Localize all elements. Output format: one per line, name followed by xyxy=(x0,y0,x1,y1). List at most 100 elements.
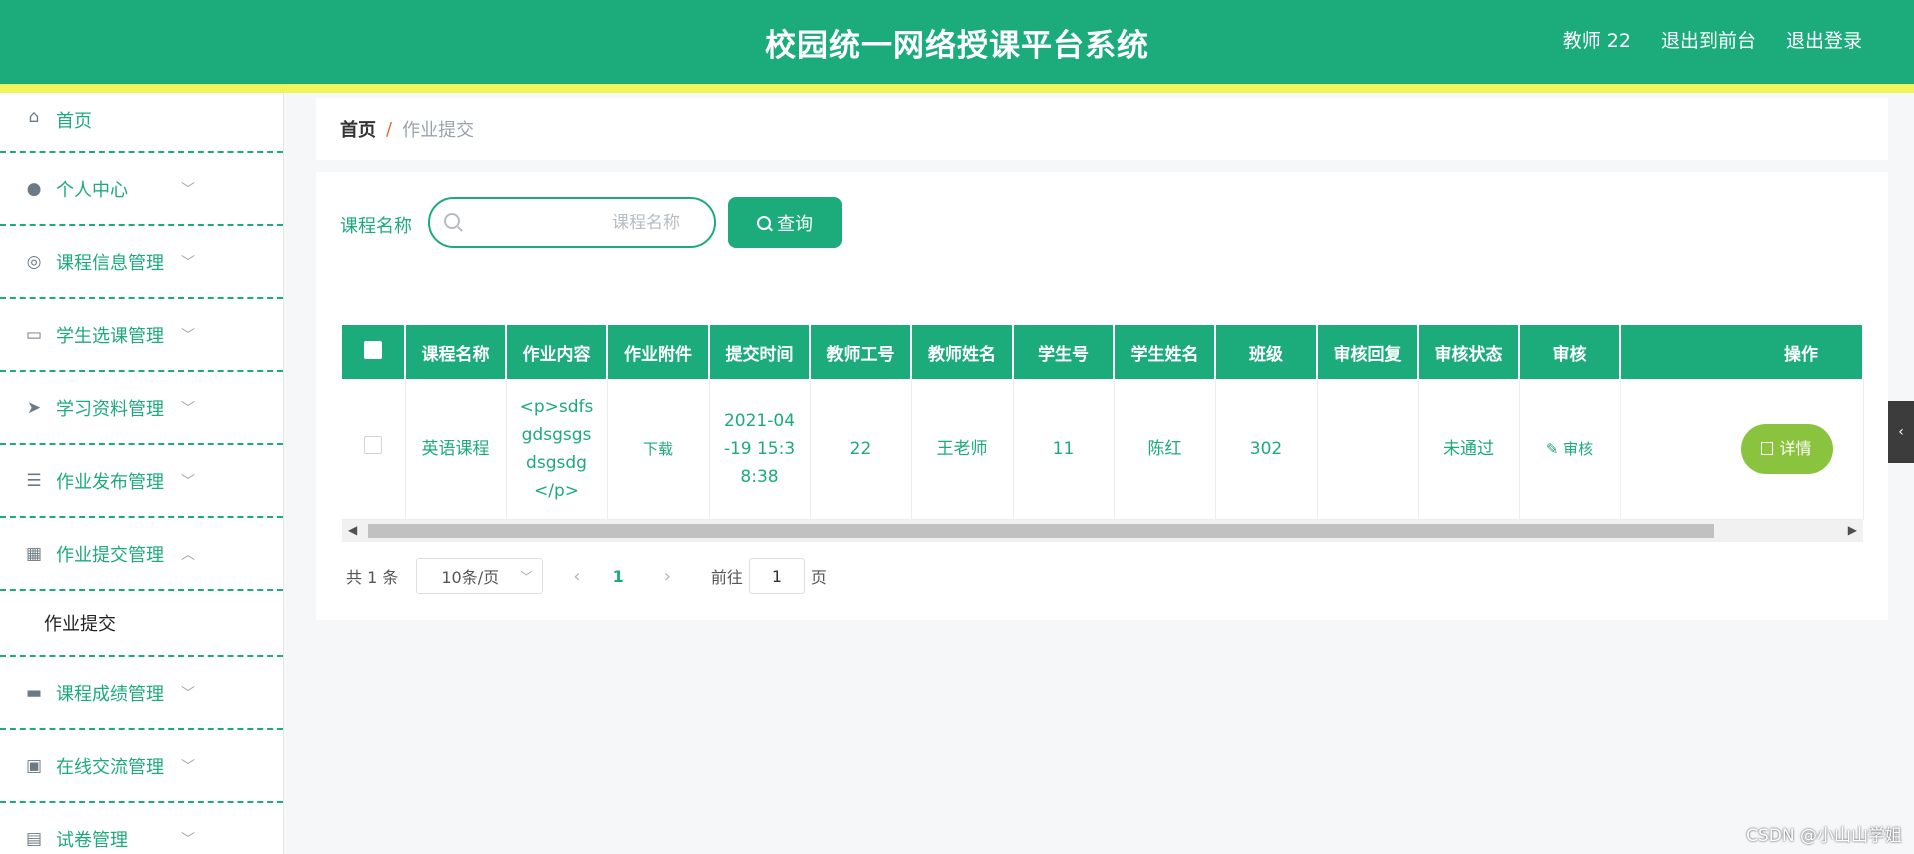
cell-status: 未通过 xyxy=(1418,379,1520,520)
column-header: 教师工号 xyxy=(810,325,912,379)
collapse-panel-tab[interactable]: ‹ xyxy=(1888,401,1914,463)
header-links: 教师 22 退出到前台 退出登录 xyxy=(1563,26,1862,53)
sidebar-item-label: 在线交流管理 xyxy=(56,756,164,778)
chevron-left-icon: ‹ xyxy=(1898,424,1904,440)
column-header: 学生号 xyxy=(1013,325,1115,379)
chevron-down-icon: ﹀ xyxy=(181,181,195,198)
search-button[interactable]: 查询 xyxy=(728,197,842,248)
detail-button[interactable]: 详情 xyxy=(1740,423,1833,474)
audit-link-label: 审核 xyxy=(1563,439,1594,458)
sidebar: ⌂ 首页 ● 个人中心 ﹀ ◎ 课程信息管理 ﹀ ▭ 学生选课管理 ﹀ ➤ 学习… xyxy=(0,93,284,854)
sidebar-item-homework-submit[interactable]: ▦ 作业提交管理 ︿ xyxy=(0,518,283,591)
table-header-row: 课程名称 作业内容 作业附件 提交时间 教师工号 教师姓名 学生号 学生姓名 班… xyxy=(342,325,1864,379)
sidebar-item-label: 学习资料管理 xyxy=(56,398,164,420)
row-checkbox[interactable] xyxy=(364,435,383,454)
course-name-input[interactable] xyxy=(470,209,700,237)
edit-icon: ✎ xyxy=(1545,439,1559,458)
chevron-down-icon: ﹀ xyxy=(181,831,195,848)
chat-icon: ▭ xyxy=(25,324,43,345)
chevron-down-icon: ﹀ xyxy=(181,758,195,775)
logout-link[interactable]: 退出登录 xyxy=(1786,26,1862,53)
column-header: 教师姓名 xyxy=(911,325,1014,379)
scrollbar-thumb[interactable] xyxy=(368,523,1714,538)
sidebar-item-label: 试卷管理 xyxy=(56,829,128,851)
column-header: 学生姓名 xyxy=(1114,325,1216,379)
sliders-icon: ☰ xyxy=(26,470,42,491)
chevron-down-icon: ﹀ xyxy=(181,327,195,344)
data-table: 课程名称 作业内容 作业附件 提交时间 教师工号 教师姓名 学生号 学生姓名 班… xyxy=(342,325,1864,542)
chevron-down-icon: ﹀ xyxy=(181,254,195,271)
sidebar-item-course-selection[interactable]: ▭ 学生选课管理 ﹀ xyxy=(0,299,283,372)
watermark: CSDN @小山山学姐 xyxy=(1746,826,1902,846)
tray-icon: ▬ xyxy=(25,682,43,703)
search-icon xyxy=(757,215,771,230)
sidebar-item-online-chat[interactable]: ▣ 在线交流管理 ﹀ xyxy=(0,730,283,803)
next-page-icon[interactable]: › xyxy=(664,566,671,587)
cell-student-id: 11 xyxy=(1013,379,1115,520)
cell-audit: ✎ 审核 xyxy=(1519,379,1621,520)
sidebar-item-home[interactable]: ⌂ 首页 xyxy=(0,93,283,153)
column-header: 作业附件 xyxy=(607,325,710,379)
clipboard-icon: ▣ xyxy=(25,755,43,776)
home-icon: ⌂ xyxy=(28,107,40,127)
sidebar-item-personal-center[interactable]: ● 个人中心 ﹀ xyxy=(0,153,283,226)
column-header: 作业内容 xyxy=(506,325,608,379)
cell-time: 2021-04-19 15:38:38 xyxy=(709,379,811,520)
column-header: 课程名称 xyxy=(405,325,507,379)
sidebar-item-label: 作业提交管理 xyxy=(56,544,164,566)
search-box xyxy=(428,197,716,248)
sidebar-item-label: 课程信息管理 xyxy=(56,252,164,274)
page-size-select[interactable]: 10条/页 ﹀ xyxy=(416,558,544,594)
breadcrumb-separator: / xyxy=(386,118,393,140)
sidebar-item-course-grades[interactable]: ▬ 课程成绩管理 ﹀ xyxy=(0,657,283,730)
cell-teacher-name: 王老师 xyxy=(911,379,1014,520)
goto-page-input[interactable] xyxy=(748,558,805,594)
column-header: 操作 xyxy=(1620,325,1864,379)
send-icon: ➤ xyxy=(26,397,42,418)
sidebar-subitem-homework-submit[interactable]: 作业提交 xyxy=(0,591,283,657)
sidebar-item-homework-publish[interactable]: ☰ 作业发布管理 ﹀ xyxy=(0,445,283,518)
column-header: 提交时间 xyxy=(709,325,811,379)
select-all-checkbox[interactable] xyxy=(364,340,382,359)
goto-label: 前往 xyxy=(710,568,743,587)
pagination: 共 1 条 10条/页 ﹀ ‹ 1 › 前往 页 xyxy=(346,558,827,594)
to-front-link[interactable]: 退出到前台 xyxy=(1661,26,1756,53)
chevron-down-icon: ﹀ xyxy=(520,570,533,584)
sidebar-item-exam-papers[interactable]: ▤ 试卷管理 ﹀ xyxy=(0,803,283,854)
breadcrumb: 首页 / 作业提交 xyxy=(316,98,1888,160)
briefcase-icon: ▤ xyxy=(25,828,43,849)
breadcrumb-home[interactable]: 首页 xyxy=(340,116,376,142)
audit-link[interactable]: ✎ 审核 xyxy=(1546,440,1593,458)
cell-student-name: 陈红 xyxy=(1114,379,1216,520)
cell-attachment: 下载 xyxy=(607,379,710,520)
sidebar-item-course-info[interactable]: ◎ 课程信息管理 ﹀ xyxy=(0,226,283,299)
scroll-right-icon[interactable]: ▶ xyxy=(1848,523,1857,537)
scroll-left-icon[interactable]: ◀ xyxy=(348,523,357,537)
page-unit-label: 页 xyxy=(810,568,827,587)
horizontal-scrollbar[interactable]: ◀ ▶ xyxy=(342,519,1863,542)
cell-content: <p>sdfsgdsgsgsdsgsdg</p> xyxy=(506,379,608,520)
breadcrumb-current: 作业提交 xyxy=(402,120,475,141)
column-header: 审核状态 xyxy=(1418,325,1520,379)
download-link[interactable]: 下载 xyxy=(643,440,673,458)
document-icon xyxy=(1761,442,1774,456)
column-header: 审核回复 xyxy=(1317,325,1419,379)
cell-course: 英语课程 xyxy=(405,379,507,520)
sidebar-item-study-materials[interactable]: ➤ 学习资料管理 ﹀ xyxy=(0,372,283,445)
column-header: 审核 xyxy=(1519,325,1621,379)
prev-page-icon[interactable]: ‹ xyxy=(573,566,580,587)
top-header: 校园统一网络授课平台系统 教师 22 退出到前台 退出登录 xyxy=(0,0,1914,84)
help-circle-icon: ◎ xyxy=(26,251,42,272)
sidebar-item-label: 作业发布管理 xyxy=(56,471,164,493)
grid-icon: ▦ xyxy=(25,543,43,564)
table-row: 英语课程 <p>sdfsgdsgsgsdsgsdg</p> 下载 2021-04… xyxy=(342,379,1864,520)
cell-action: 详情 xyxy=(1620,379,1864,520)
page-number[interactable]: 1 xyxy=(613,567,624,586)
chevron-down-icon: ﹀ xyxy=(181,400,195,417)
cell-reply xyxy=(1317,379,1419,520)
sidebar-item-label: 课程成绩管理 xyxy=(56,683,164,705)
page-size-value: 10条/页 xyxy=(441,568,500,587)
detail-button-label: 详情 xyxy=(1779,438,1812,458)
search-label: 课程名称 xyxy=(340,216,412,237)
current-user: 教师 22 xyxy=(1562,30,1631,52)
